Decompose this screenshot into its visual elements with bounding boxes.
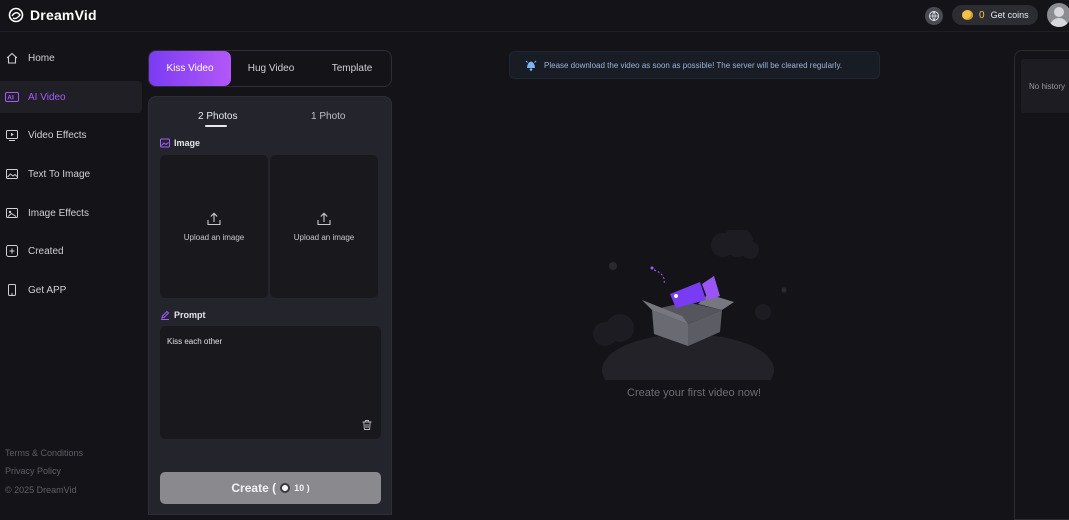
pen-icon — [161, 310, 170, 320]
image-icon — [5, 167, 19, 181]
upload-icon — [207, 212, 221, 226]
mode-tabs: Kiss Video Hug Video Template — [148, 50, 392, 87]
upload-left-label: Upload an image — [183, 233, 245, 242]
app-name: DreamVid — [30, 7, 97, 23]
sidebar-item-label: Created — [28, 245, 64, 257]
upload-image-right[interactable]: Upload an image — [270, 155, 378, 298]
video-effects-icon — [5, 128, 19, 142]
sidebar-item-label: Text To Image — [28, 168, 91, 180]
history-empty-item: No history — [1021, 59, 1069, 113]
tab-hug-video[interactable]: Hug Video — [233, 51, 309, 86]
sidebar-item-video-effects[interactable]: Video Effects — [0, 119, 142, 151]
copyright-text: © 2025 DreamVid — [5, 485, 77, 495]
subtab-active-indicator — [205, 125, 227, 127]
tab-template[interactable]: Template — [313, 51, 391, 86]
image-label-icon — [160, 138, 170, 148]
create-button[interactable]: Create ( 10 ) — [160, 472, 381, 504]
ai-badge-icon: AI — [5, 90, 19, 104]
empty-box-illustration — [593, 230, 787, 380]
prompt-label-text: Prompt — [174, 310, 206, 320]
subtab-2-photos[interactable]: 2 Photos — [198, 111, 237, 122]
get-coins-button[interactable]: 0 Get coins — [952, 5, 1038, 25]
upload-right-label: Upload an image — [293, 233, 355, 242]
app-logo[interactable]: DreamVid — [8, 7, 97, 23]
create-cost: 10 ) — [294, 483, 310, 493]
create-label: Create ( — [231, 481, 277, 495]
sidebar-item-label: Get APP — [28, 284, 67, 296]
coin-count: 0 — [979, 9, 985, 21]
top-bar: DreamVid 0 Get coins — [0, 0, 1069, 32]
sidebar-item-label: AI Video — [28, 91, 66, 103]
prompt-section-label: Prompt — [160, 310, 206, 320]
notice-text: Please download the video as soon as pos… — [544, 60, 843, 70]
sidebar-item-get-app[interactable]: Get APP — [0, 274, 142, 306]
sidebar-item-ai-video[interactable]: AI AI Video — [0, 81, 142, 113]
logo-icon — [8, 7, 24, 23]
image-section-label: Image — [160, 138, 200, 148]
svg-text:AI: AI — [7, 95, 14, 102]
get-coins-label: Get coins — [990, 10, 1029, 20]
privacy-link[interactable]: Privacy Policy — [5, 466, 61, 476]
tab-kiss-video[interactable]: Kiss Video — [149, 51, 231, 86]
trash-icon[interactable] — [361, 419, 373, 431]
terms-link[interactable]: Terms & Conditions — [5, 448, 83, 458]
prompt-textarea[interactable]: Kiss each other — [160, 326, 381, 439]
upload-image-left[interactable]: Upload an image — [160, 155, 268, 298]
language-icon — [929, 11, 939, 21]
create-panel: 2 Photos 1 Photo Image Upload an image U… — [148, 96, 392, 515]
plus-square-icon — [5, 244, 19, 258]
image-effects-icon — [5, 206, 19, 220]
history-empty-text: No history — [1029, 81, 1066, 91]
bell-icon — [525, 60, 537, 71]
sidebar-item-image-effects[interactable]: Image Effects — [0, 197, 142, 229]
prompt-value: Kiss each other — [167, 337, 223, 346]
coin-icon — [962, 10, 973, 20]
empty-state-text: Create your first video now! — [627, 387, 761, 399]
sidebar-item-label: Home — [28, 52, 55, 64]
sidebar-item-text-to-image[interactable]: Text To Image — [0, 158, 142, 190]
image-label-text: Image — [174, 138, 201, 148]
phone-icon — [5, 283, 19, 297]
language-button[interactable] — [925, 7, 943, 25]
sidebar-item-label: Video Effects — [28, 129, 87, 141]
home-icon — [5, 51, 19, 65]
sidebar-item-label: Image Effects — [28, 207, 89, 219]
coin-icon — [280, 483, 291, 493]
subtab-1-photo[interactable]: 1 Photo — [311, 111, 345, 122]
sidebar: Home AI AI Video Video Effects Text To I… — [0, 38, 142, 515]
sidebar-item-created[interactable]: Created — [0, 235, 142, 267]
notice-banner: Please download the video as soon as pos… — [509, 51, 880, 79]
history-panel: No history — [1014, 50, 1069, 520]
sidebar-item-home[interactable]: Home — [0, 42, 142, 74]
upload-icon — [317, 212, 331, 226]
avatar[interactable] — [1047, 3, 1069, 27]
